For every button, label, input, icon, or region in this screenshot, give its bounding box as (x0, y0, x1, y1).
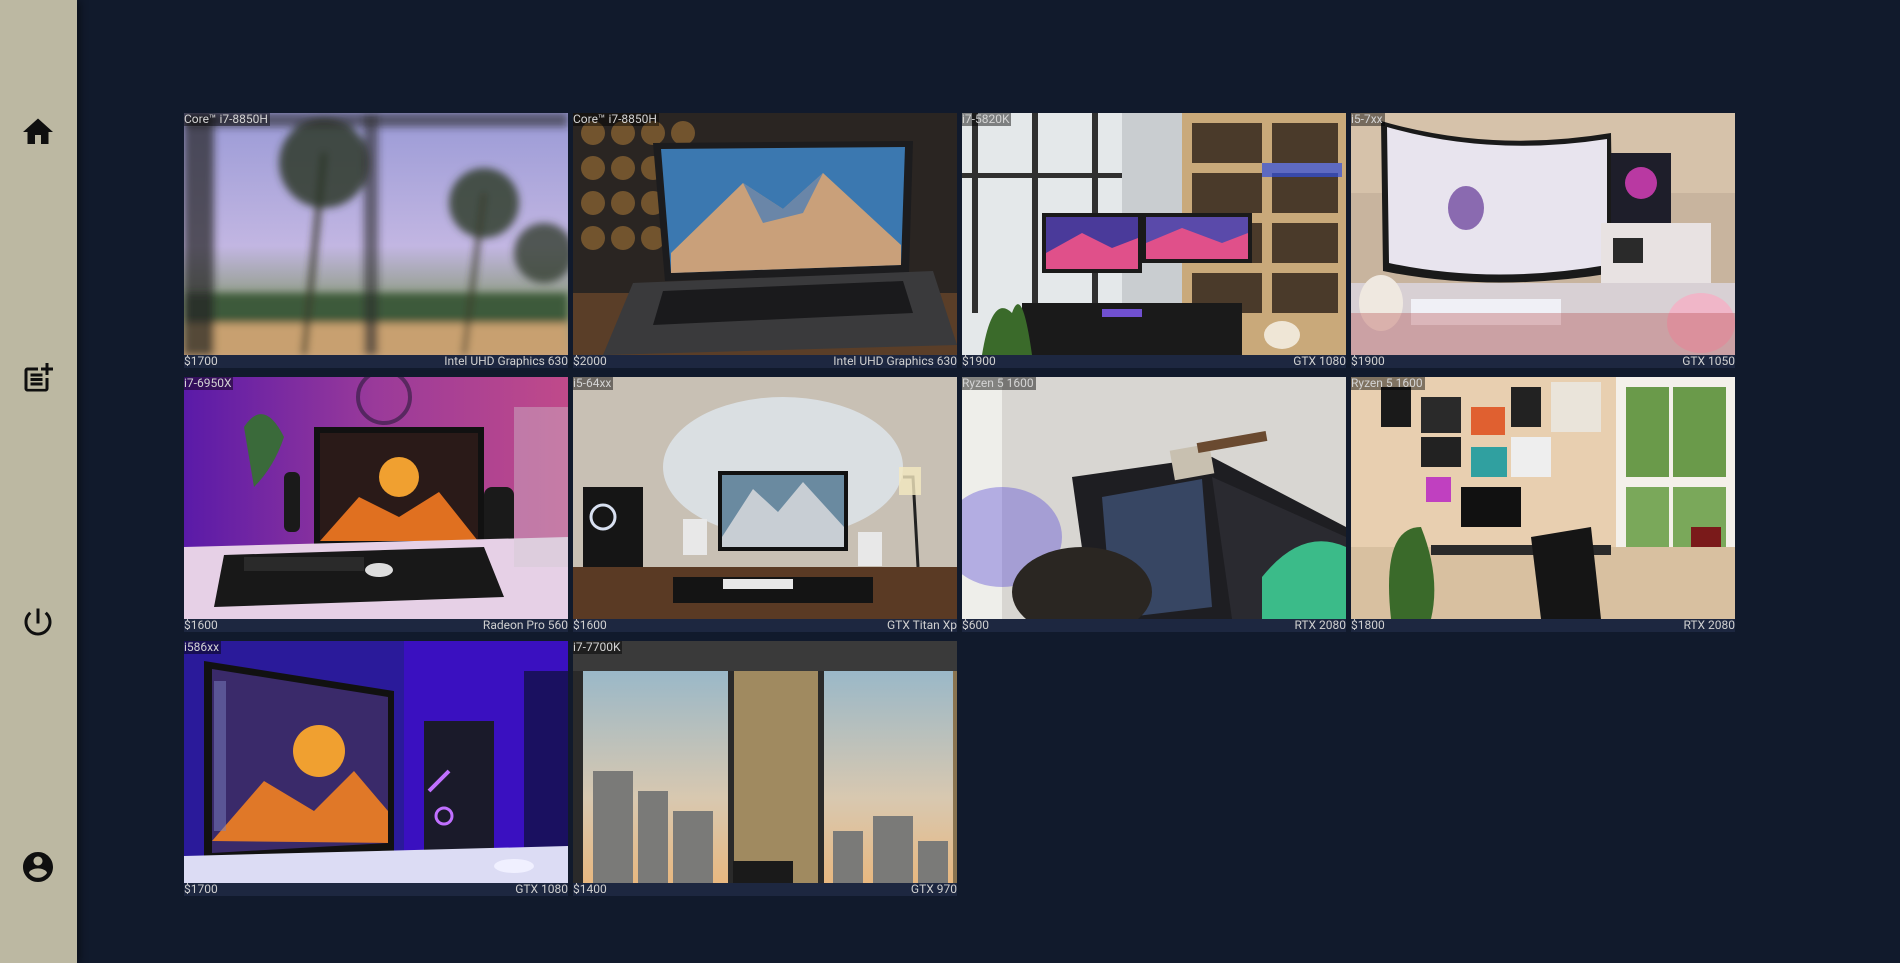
listing-card[interactable]: i5-7xx $1900 GTX 1050 (1351, 113, 1735, 368)
listing-photo (1351, 113, 1735, 355)
listing-cpu: Ryzen 5 1600 (1351, 377, 1425, 390)
sidebar (0, 0, 77, 963)
listing-gpu: GTX Titan Xp (887, 618, 957, 632)
listing-photo (962, 377, 1346, 619)
listing-price: $1900 (1351, 354, 1385, 368)
listing-cpu: Core™ i7-8850H (573, 113, 659, 126)
listing-card[interactable]: i7-5820K $1900 GTX 1080 (962, 113, 1346, 368)
listing-gpu: RTX 2080 (1683, 618, 1735, 632)
power-button[interactable] (19, 603, 57, 641)
listing-gpu: RTX 2080 (1294, 618, 1346, 632)
listing-gpu: Intel UHD Graphics 630 (833, 354, 957, 368)
listing-price: $1900 (962, 354, 996, 368)
power-icon (24, 608, 52, 636)
listing-cpu: i5-7xx (1351, 113, 1385, 126)
listing-photo (184, 113, 568, 355)
listing-card[interactable]: Core™ i7-8850H $2000 Intel UHD Graphics … (573, 113, 957, 368)
listing-price: $1700 (184, 354, 218, 368)
listing-gpu: GTX 970 (910, 882, 957, 896)
post-listing-button[interactable] (19, 359, 57, 397)
account-icon (23, 852, 53, 882)
home-icon (23, 118, 53, 144)
listing-cpu: i7-6950X (184, 377, 234, 390)
post-add-icon (24, 363, 53, 392)
listing-gpu: GTX 1080 (515, 882, 568, 896)
listing-price: $600 (962, 618, 989, 632)
listing-photo (184, 377, 568, 619)
account-button[interactable] (19, 848, 57, 886)
listing-gpu: GTX 1080 (1293, 354, 1346, 368)
listing-price: $1400 (573, 882, 607, 896)
listing-card[interactable]: Core™ i7-8850H $1700 Intel UHD Graphics … (184, 113, 568, 368)
listing-gpu: Radeon Pro 560 (482, 618, 568, 632)
listing-price: $2000 (573, 354, 607, 368)
listing-card[interactable]: i7-6950X $1600 Radeon Pro 560 (184, 377, 568, 632)
listing-card[interactable]: Ryzen 5 1600 $600 RTX 2080 (962, 377, 1346, 632)
listing-cpu: i5-64xx (573, 377, 614, 390)
listing-photo (573, 641, 957, 883)
listing-gpu: Intel UHD Graphics 630 (444, 354, 568, 368)
listing-card[interactable]: i5-64xx $1600 GTX Titan Xp (573, 377, 957, 632)
listing-cpu: i7-7700K (573, 641, 623, 654)
listing-photo (573, 113, 957, 355)
listing-card[interactable]: Ryzen 5 1600 $1800 RTX 2080 (1351, 377, 1735, 632)
listing-card[interactable]: i7-7700K $1400 GTX 970 (573, 641, 957, 896)
listing-price: $1800 (1351, 618, 1385, 632)
listing-cpu: i586xx (184, 641, 222, 654)
listing-price: $1600 (184, 618, 218, 632)
listing-cpu: Ryzen 5 1600 (962, 377, 1036, 390)
listing-photo (573, 377, 957, 619)
listing-price: $1700 (184, 882, 218, 896)
listing-cpu: i7-5820K (962, 113, 1012, 126)
listing-photo (1351, 377, 1735, 619)
listing-price: $1600 (573, 618, 607, 632)
home-button[interactable] (19, 113, 57, 151)
listing-gpu: GTX 1050 (1682, 354, 1735, 368)
listing-cpu: Core™ i7-8850H (184, 113, 270, 126)
listing-card[interactable]: i586xx $1700 GTX 1080 (184, 641, 568, 896)
listing-photo (184, 641, 568, 883)
listing-photo (962, 113, 1346, 355)
